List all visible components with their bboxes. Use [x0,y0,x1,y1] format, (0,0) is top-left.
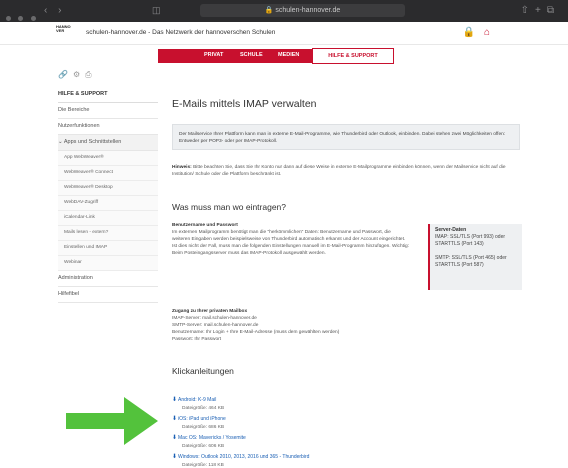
download-link[interactable]: Android: K-9 Mail [178,397,216,403]
settings-icon[interactable]: ⚙ [73,70,85,79]
close-window-icon[interactable] [6,16,11,21]
page-title: E-Mails mittels IMAP verwalten [172,98,317,110]
share-icon[interactable]: ⇧ [521,5,535,16]
download-link[interactable]: Mac OS: Mavericks / Yosemite [178,435,246,441]
print-icon[interactable]: ⎙ [85,70,96,79]
nav-item-label: HILFE & SUPPORT [328,53,378,59]
sidebar-item-nutzerfunktionen[interactable]: Nutzerfunktionen [58,119,158,135]
hint-body: Bitte beachten Sie, dass Sie Ihr Konto n… [172,165,506,177]
server-title: Server-Daten [435,227,467,233]
section-heading-eintragen: Was muss man wo eintragen? [172,202,287,212]
sidebar: HILFE & SUPPORT Die Bereiche Nutzerfunkt… [58,88,158,303]
download-item: ⬇Windows: Outlook 2010, 2013, 2016 und 3… [172,445,372,468]
sidebar-subitem[interactable]: Einstellen und IMAP [58,241,158,256]
logo-text: HANNOVER [56,24,71,33]
browser-actions: ⇧+⧉ [521,5,560,16]
nav-item-hilfe-support[interactable]: HILFE & SUPPORT [312,48,394,64]
tabs-overview-icon[interactable]: ⧉ [547,5,560,16]
server-smtp: SMTP: SSL/TLS (Port 465) oder STARTTLS (… [435,255,507,268]
sidebar-subitem[interactable]: Webinar [58,256,158,271]
nav-item-privat[interactable]: PRIVAT [204,52,223,58]
credentials-title: Benutzername und Passwort [172,223,238,228]
new-tab-icon[interactable]: + [535,5,547,16]
lock-icon[interactable]: 🔒 [463,27,475,38]
site-name: schulen-hannover.de - Das Netzwerk der h… [86,29,276,36]
chevron-down-icon: ⌄ [58,139,63,145]
server-imap: IMAP: SSL/TLS (Port 993) oder STARTTLS (… [435,234,506,247]
sidebar-subitem[interactable]: WebDAV-Zugriff [58,196,158,211]
sidebar-subitem[interactable]: Mails lesen - extern? [58,226,158,241]
hint-label: Hinweis: [172,165,192,170]
private-line: IMAP-Server: mail.schulen-hannover.de [172,316,257,321]
sidebar-subitem[interactable]: App WebWeaver® [58,151,158,166]
credentials-text: Benutzername und Passwort Im externen Ma… [172,222,410,257]
private-title: Zugang zu Ihrer privaten Mailbox [172,309,248,314]
site-logo[interactable]: HANNOVER [56,25,72,41]
sidebar-title: HILFE & SUPPORT [58,88,158,103]
credentials-body: Im externen Mailprogramm benötigt man di… [172,230,410,256]
zoom-window-icon[interactable] [30,16,36,21]
link-icon[interactable]: 🔗 [58,70,73,79]
download-link[interactable]: Windows: Outlook 2010, 2013, 2016 und 36… [178,454,309,460]
sidebar-item-hilfefibel[interactable]: Hilfefibel [58,287,158,303]
sidebar-item-bereiche[interactable]: Die Bereiche [58,103,158,119]
private-line: SMTP-Server: mail.schulen-hannover.de [172,323,259,328]
address-bar[interactable]: 🔒 schulen-hannover.de [200,4,405,17]
sidebar-toggle-icon[interactable]: ◫ [152,5,161,16]
intro-note: Der Mailservice Ihrer Plattform kann man… [172,124,520,150]
back-icon[interactable]: ‹ [44,5,47,16]
sidebar-item-label: Apps und Schnittstellen [63,139,122,145]
sidebar-item-administration[interactable]: Administration [58,271,158,287]
main-navigation: PRIVAT SCHULE MEDIEN HILFE & SUPPORT [158,48,394,64]
forward-icon[interactable]: › [58,5,61,16]
private-line: Passwort: Ihr Passwort [172,337,222,342]
minimize-window-icon[interactable] [18,16,24,21]
nav-item-medien[interactable]: MEDIEN [278,52,299,58]
page-tools: 🔗⚙⎙ [58,70,97,80]
header-icons: 🔒 ⌂ [457,27,490,38]
download-link[interactable]: iOS: iPad und iPhone [178,416,226,422]
main-content: E-Mails mittels IMAP verwalten Der Mails… [172,98,524,468]
home-icon[interactable]: ⌂ [484,27,490,38]
nav-item-schule[interactable]: SCHULE [240,52,263,58]
private-line: Benutzername: Ihr Login + Ihre E-Mail-Ad… [172,330,340,335]
hint-text: Hinweis: Bitte beachten Sie, dass Sie Ih… [172,164,522,178]
sidebar-subitem[interactable]: WebWeaver® Desktop [58,181,158,196]
sidebar-item-apps[interactable]: ⌄ Apps und Schnittstellen [58,135,158,151]
lock-icon: 🔒 [264,7,274,14]
sidebar-subitem[interactable]: WebWeaver® Connect [58,166,158,181]
private-mailbox-text: Zugang zu Ihrer privaten Mailbox IMAP-Se… [172,308,432,343]
site-header: HANNOVER schulen-hannover.de - Das Netzw… [0,22,568,45]
browser-toolbar: ‹ › ◫ 🔒 schulen-hannover.de ⇧+⧉ [0,0,568,22]
server-data-box: Server-Daten IMAP: SSL/TLS (Port 993) od… [428,224,522,290]
sidebar-subitem[interactable]: iCalendar-Link [58,211,158,226]
url-text: schulen-hannover.de [275,7,341,14]
green-arrow-icon [66,397,158,445]
back-forward-buttons[interactable]: ‹ › [44,5,61,16]
section-heading-klickanleitungen: Klickanleitungen [172,366,234,376]
